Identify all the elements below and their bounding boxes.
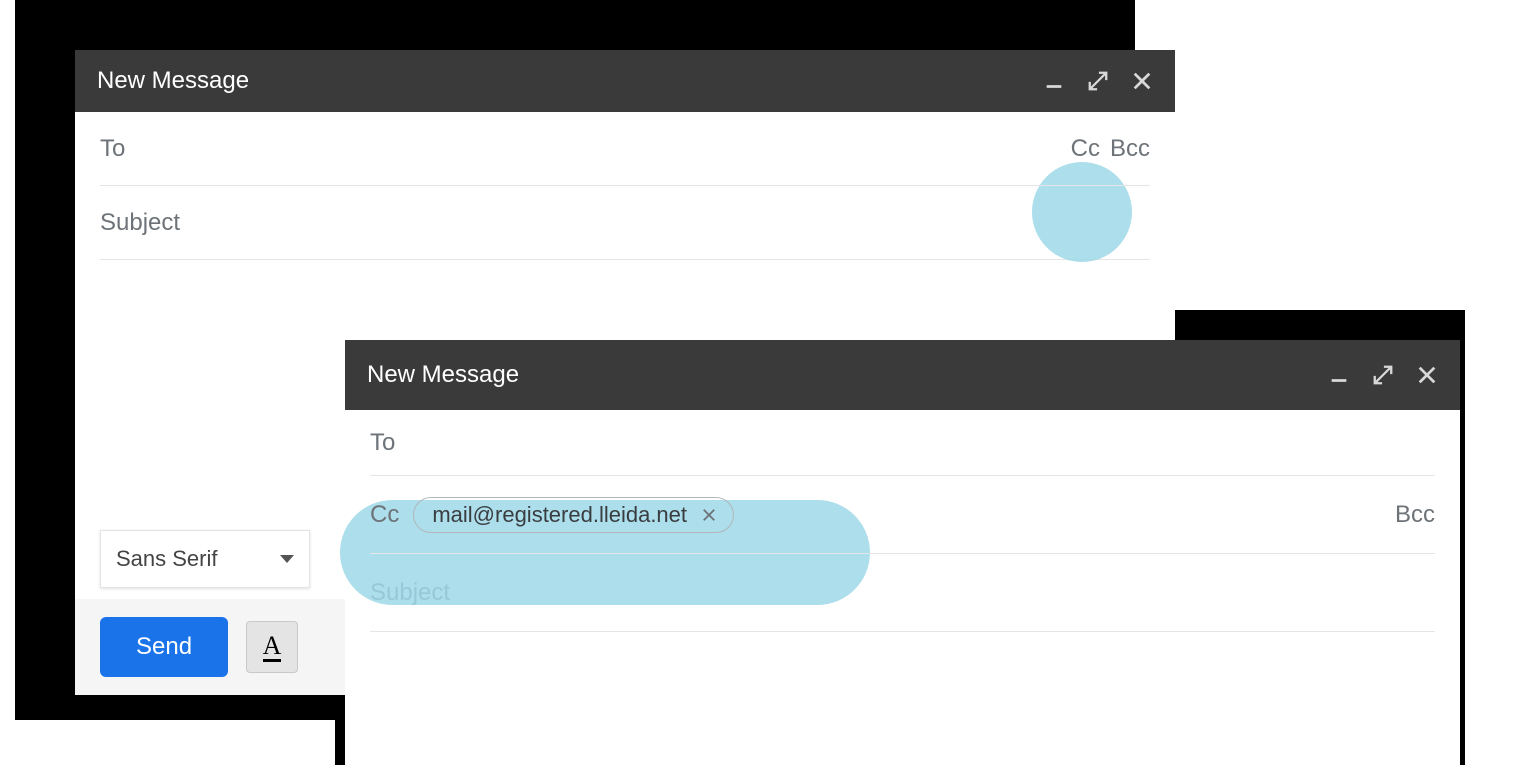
cc-link[interactable]: Cc <box>1071 135 1100 163</box>
close-icon[interactable] <box>1416 364 1438 386</box>
compose-body: To Cc mail@registered.lleida.net Bcc Sub… <box>345 410 1460 765</box>
font-name: Sans Serif <box>116 546 218 572</box>
to-label: To <box>370 429 395 457</box>
to-label: To <box>100 135 125 163</box>
minimize-icon[interactable] <box>1328 364 1350 386</box>
chevron-down-icon <box>280 555 294 563</box>
window-controls <box>1328 364 1438 386</box>
to-field-row[interactable]: To Cc Bcc <box>100 112 1150 186</box>
subject-field-row[interactable]: Subject <box>100 186 1150 260</box>
window-title: New Message <box>367 361 519 389</box>
titlebar: New Message <box>345 340 1460 410</box>
close-icon[interactable] <box>1131 70 1153 92</box>
titlebar: New Message <box>75 50 1175 112</box>
cc-label: Cc <box>370 501 399 529</box>
text-color-icon: A <box>263 633 282 662</box>
subject-label: Subject <box>100 209 180 237</box>
compose-window-2: New Message To Cc mail@registered.lleida… <box>345 340 1460 765</box>
font-selector[interactable]: Sans Serif <box>100 530 310 588</box>
cc-field-row[interactable]: Cc mail@registered.lleida.net Bcc <box>370 476 1435 554</box>
minimize-icon[interactable] <box>1043 70 1065 92</box>
expand-icon[interactable] <box>1372 364 1394 386</box>
bcc-link-wrap: Bcc <box>1395 501 1435 529</box>
window-controls <box>1043 70 1153 92</box>
formatting-button[interactable]: A <box>246 621 298 673</box>
bcc-link[interactable]: Bcc <box>1110 135 1150 163</box>
to-field-row[interactable]: To <box>370 410 1435 476</box>
expand-icon[interactable] <box>1087 70 1109 92</box>
chip-email: mail@registered.lleida.net <box>432 502 687 528</box>
send-button[interactable]: Send <box>100 617 228 677</box>
cc-bcc-links: Cc Bcc <box>1071 135 1150 163</box>
recipient-chip[interactable]: mail@registered.lleida.net <box>413 497 734 533</box>
window-title: New Message <box>97 67 249 95</box>
bcc-link[interactable]: Bcc <box>1395 501 1435 529</box>
chip-remove-icon[interactable] <box>699 505 719 525</box>
